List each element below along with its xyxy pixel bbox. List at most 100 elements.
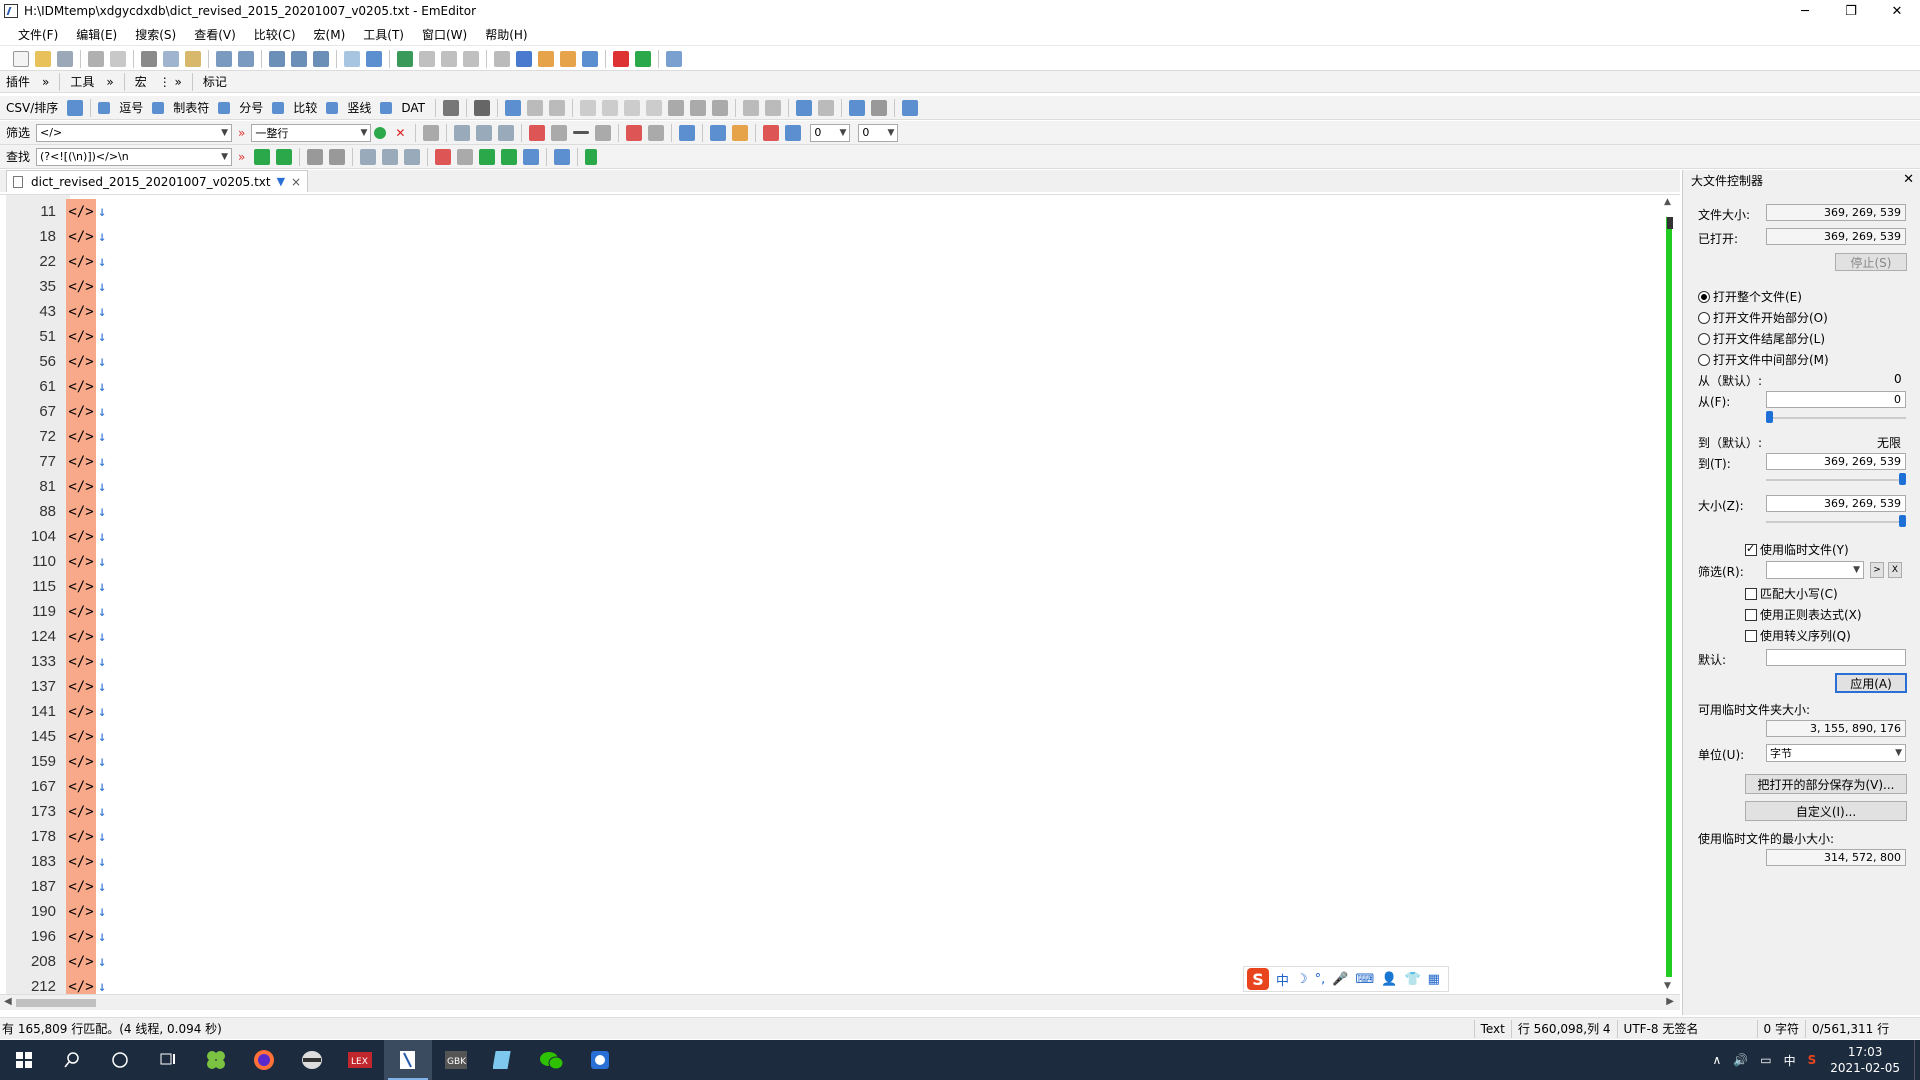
ime-mic-icon[interactable]: 🎤 (1332, 972, 1348, 987)
case-icon[interactable] (529, 124, 546, 141)
wechat-icon[interactable] (528, 1040, 576, 1080)
sort-length-icon[interactable] (667, 99, 684, 116)
csv-compare-button[interactable]: 比较 (293, 99, 317, 116)
macros-toolbar-label[interactable]: 宏 (135, 73, 147, 90)
filter-clear-button[interactable]: X (1888, 562, 1902, 578)
menu-file[interactable]: 文件(F) (18, 26, 58, 43)
minimize-button[interactable]: ─ (1782, 0, 1828, 22)
format-icon[interactable] (764, 99, 781, 116)
join-icon[interactable] (795, 99, 812, 116)
close-button[interactable]: ✕ (1874, 0, 1920, 22)
editor-line[interactable]: 35 </> ↓ (0, 274, 1660, 299)
editor-line[interactable]: 173 </> ↓ (0, 799, 1660, 824)
status-encoding[interactable]: UTF-8 无签名 (1616, 1019, 1757, 1038)
clear-format-icon[interactable] (595, 124, 612, 141)
use-regex-checkbox[interactable]: 使用正则表达式(X) (1745, 606, 1862, 623)
ime-indicator[interactable]: 中 (1784, 1052, 1796, 1069)
size-slider[interactable] (1766, 515, 1906, 527)
find-list-icon[interactable] (523, 148, 540, 165)
size-input[interactable]: 369, 269, 539 (1766, 495, 1906, 512)
editor-line[interactable]: 137 </> ↓ (0, 674, 1660, 699)
find-case-icon[interactable] (435, 148, 452, 165)
unit-select[interactable]: 字节 ▼ (1766, 744, 1906, 762)
menu-search[interactable]: 搜索(S) (135, 26, 176, 43)
context-lines-before[interactable]: 0 ▼ (810, 123, 851, 142)
csv-sort-label[interactable]: CSV/排序 (6, 99, 58, 116)
editor-line[interactable]: 124 </> ↓ (0, 624, 1660, 649)
clear-filter-icon[interactable]: ✕ (395, 126, 405, 140)
editor-line[interactable]: 110 </> ↓ (0, 549, 1660, 574)
columns-icon[interactable] (504, 99, 521, 116)
ime-chinese-mode[interactable]: 中 (1276, 970, 1289, 989)
ime-keyboard-icon[interactable]: ⌨ (1356, 972, 1375, 987)
editor-line[interactable]: 22 </> ↓ (0, 249, 1660, 274)
tools-icon[interactable] (473, 99, 490, 116)
csv-semicolon-button[interactable]: 分号 (239, 99, 263, 116)
copy-icon[interactable] (163, 50, 179, 67)
col-left-icon[interactable] (526, 99, 543, 116)
find-go-icon[interactable] (585, 148, 598, 165)
scroll-down-icon[interactable]: ▼ (1664, 981, 1671, 991)
cut-icon[interactable] (141, 50, 157, 67)
search-icon[interactable] (48, 1040, 96, 1080)
editor-line[interactable]: 67 </> ↓ (0, 399, 1660, 424)
network-icon[interactable]: ▭ (1760, 1053, 1771, 1067)
task-view-icon[interactable] (144, 1040, 192, 1080)
apply-button[interactable]: 应用(A) (1835, 673, 1907, 693)
dedupe-icon[interactable] (711, 99, 728, 116)
menu-window[interactable]: 窗口(W) (422, 26, 467, 43)
undo-icon[interactable] (216, 50, 232, 67)
sort-desc-icon[interactable] (601, 99, 618, 116)
radio-open-begin[interactable]: 打开文件开始部分(O) (1698, 309, 1828, 326)
highlight-icon[interactable] (763, 124, 780, 141)
find-highlight-icon[interactable] (501, 148, 518, 165)
menu-edit[interactable]: 编辑(E) (76, 26, 117, 43)
filter-search-icon[interactable] (423, 124, 440, 141)
firefox-icon[interactable] (240, 1040, 288, 1080)
abc-icon[interactable] (742, 99, 759, 116)
replace-icon[interactable] (344, 50, 360, 67)
start-button[interactable] (0, 1040, 48, 1080)
find-regex-icon[interactable] (360, 148, 377, 165)
use-escape-checkbox[interactable]: 使用转义序列(Q) (1745, 627, 1851, 644)
print-preview-icon[interactable] (110, 50, 126, 67)
find-icon[interactable] (269, 50, 285, 67)
find-next-icon[interactable] (291, 50, 307, 67)
editor-line[interactable]: 145 </> ↓ (0, 724, 1660, 749)
ime-moon-icon[interactable]: ☽ (1296, 972, 1308, 987)
page-icon[interactable] (648, 124, 665, 141)
context-lines-after[interactable]: 0 ▼ (858, 123, 899, 142)
customize-icon[interactable] (666, 50, 682, 67)
tray-overflow-icon[interactable]: ∧ (1712, 1053, 1721, 1067)
menu-macros[interactable]: 宏(M) (314, 26, 346, 43)
number-icon[interactable] (870, 99, 887, 116)
csv-dat-button[interactable]: DAT (401, 101, 425, 115)
document-tab[interactable]: dict_revised_2015_20201007_v0205.txt ▼ × (6, 170, 309, 192)
wrap-icon[interactable] (463, 50, 479, 67)
ruler-icon[interactable] (901, 99, 918, 116)
find-prev-green-icon[interactable] (276, 148, 293, 165)
editor-line[interactable]: 11 </> ↓ (0, 199, 1660, 224)
editor-line[interactable]: 72 </> ↓ (0, 424, 1660, 449)
find-input[interactable]: (?<![(\n)])</>\n ▼ (36, 147, 233, 166)
find-all-icon[interactable] (307, 148, 324, 165)
ime-user-icon[interactable]: 👤 (1381, 972, 1397, 987)
scroll-left-icon[interactable]: ◀ (4, 996, 12, 1007)
arrow-down-icon[interactable] (679, 124, 696, 141)
open-file-icon[interactable] (35, 50, 51, 67)
hscroll-thumb[interactable] (16, 999, 96, 1007)
bookmark-icon[interactable] (626, 124, 643, 141)
editor-line[interactable]: 18 </> ↓ (0, 224, 1660, 249)
menu-tools[interactable]: 工具(T) (363, 26, 404, 43)
editor-line[interactable]: 183 </> ↓ (0, 849, 1660, 874)
column-icon[interactable] (441, 50, 457, 67)
panel-filter-select[interactable]: ▼ (1766, 561, 1864, 579)
to-slider[interactable] (1766, 473, 1906, 485)
editor-line[interactable]: 51 </> ↓ (0, 324, 1660, 349)
find-replace-icon[interactable] (554, 148, 571, 165)
radio-open-whole[interactable]: 打开整个文件(E) (1698, 288, 1802, 305)
default-input[interactable] (1766, 649, 1906, 666)
filter-icon[interactable] (366, 50, 382, 67)
restore-button[interactable]: ❐ (1828, 0, 1874, 22)
plugin-icon[interactable] (538, 50, 554, 67)
